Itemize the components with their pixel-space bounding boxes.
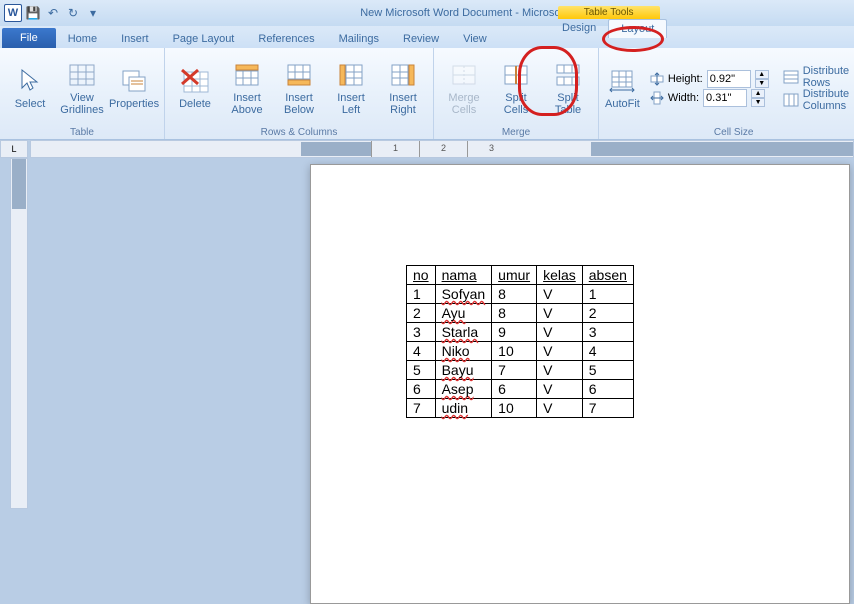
table-header-row[interactable]: no nama umur kelas absen — [407, 266, 634, 285]
delete-table-icon — [180, 66, 210, 96]
row-height-icon — [650, 72, 664, 86]
col-width-icon — [650, 91, 664, 105]
width-down[interactable]: ▼ — [751, 98, 765, 107]
tab-design[interactable]: Design — [550, 19, 608, 38]
group-table-label: Table — [6, 126, 158, 139]
tab-review[interactable]: Review — [391, 30, 451, 48]
horizontal-ruler[interactable]: 1 2 3 — [30, 140, 854, 158]
split-cells-icon — [501, 60, 531, 90]
properties-icon — [119, 66, 149, 96]
view-gridlines-button[interactable]: View Gridlines — [58, 60, 106, 116]
cursor-icon — [15, 66, 45, 96]
autofit-button[interactable]: AutoFit — [605, 66, 640, 110]
quick-access-toolbar: W 💾 ↶ ↻ ▾ — [0, 4, 102, 22]
group-rows-columns: Delete Insert Above Insert Below Insert … — [165, 48, 434, 139]
table-row[interactable]: 1Sofyan8V1 — [407, 285, 634, 304]
redo-icon[interactable]: ↻ — [64, 4, 82, 22]
distribute-columns-button[interactable]: Distribute Columns — [783, 89, 854, 111]
height-label: Height: — [668, 73, 703, 85]
insert-right-button[interactable]: Insert Right — [379, 60, 427, 116]
qat-more-icon[interactable]: ▾ — [84, 4, 102, 22]
merge-cells-button: Merge Cells — [440, 60, 488, 116]
document-page[interactable]: no nama umur kelas absen 1Sofyan8V12Ayu8… — [310, 164, 850, 604]
tab-mailings[interactable]: Mailings — [327, 30, 391, 48]
table-row[interactable]: 5Bayu7V5 — [407, 361, 634, 380]
tab-references[interactable]: References — [246, 30, 326, 48]
group-rows-label: Rows & Columns — [171, 126, 427, 139]
split-cells-button[interactable]: Split Cells — [492, 60, 540, 116]
group-merge: Merge Cells Split Cells Split Table Merg… — [434, 48, 599, 139]
group-cellsize-label: Cell Size — [605, 126, 854, 139]
insert-left-button[interactable]: Insert Left — [327, 60, 375, 116]
merge-cells-icon — [449, 60, 479, 90]
select-button[interactable]: Select — [6, 66, 54, 110]
height-down[interactable]: ▼ — [755, 79, 769, 88]
document-area: L 1 2 3 no nama umur kelas absen 1Sofyan… — [0, 140, 854, 509]
height-input[interactable] — [707, 70, 751, 88]
width-input[interactable] — [703, 89, 747, 107]
gridlines-icon — [67, 60, 97, 90]
group-table: Select View Gridlines Properties Table — [0, 48, 165, 139]
table-row[interactable]: 4Niko10V4 — [407, 342, 634, 361]
distribute-columns-icon — [783, 92, 799, 108]
tab-selector[interactable]: L — [0, 140, 28, 158]
properties-button[interactable]: Properties — [110, 66, 158, 110]
group-cell-size: AutoFit Height: ▲▼ Width: ▲▼ — [599, 48, 854, 139]
split-table-icon — [553, 60, 583, 90]
distribute-rows-button[interactable]: Distribute Rows — [783, 66, 854, 88]
width-up[interactable]: ▲ — [751, 89, 765, 98]
ribbon: Select View Gridlines Properties Table — [0, 48, 854, 140]
delete-button[interactable]: Delete — [171, 66, 219, 110]
window-title: New Microsoft Word Document - Microsoft … — [102, 7, 854, 19]
table-row[interactable]: 2Ayu8V2 — [407, 304, 634, 323]
width-label: Width: — [668, 92, 699, 104]
tab-view[interactable]: View — [451, 30, 499, 48]
document-table[interactable]: no nama umur kelas absen 1Sofyan8V12Ayu8… — [406, 265, 634, 418]
titlebar: W 💾 ↶ ↻ ▾ New Microsoft Word Document - … — [0, 0, 854, 26]
group-merge-label: Merge — [440, 126, 592, 139]
insert-left-icon — [336, 60, 366, 90]
vertical-ruler[interactable] — [10, 158, 28, 509]
split-table-button[interactable]: Split Table — [544, 60, 592, 116]
tab-page-layout[interactable]: Page Layout — [161, 30, 247, 48]
distribute-rows-icon — [783, 69, 799, 85]
tab-file[interactable]: File — [2, 28, 56, 48]
autofit-icon — [607, 66, 637, 96]
insert-above-button[interactable]: Insert Above — [223, 60, 271, 116]
ribbon-tabs: File Home Insert Page Layout References … — [0, 26, 854, 48]
save-icon[interactable]: 💾 — [24, 4, 42, 22]
insert-below-icon — [284, 60, 314, 90]
tab-layout[interactable]: Layout — [608, 19, 667, 38]
insert-below-button[interactable]: Insert Below — [275, 60, 323, 116]
context-tab-group: Table Tools Design Layout — [550, 6, 667, 38]
word-icon: W — [4, 4, 22, 22]
insert-above-icon — [232, 60, 262, 90]
height-up[interactable]: ▲ — [755, 70, 769, 79]
table-row[interactable]: 6Asep6V6 — [407, 380, 634, 399]
insert-right-icon — [388, 60, 418, 90]
table-row[interactable]: 7udin10V7 — [407, 399, 634, 418]
tab-insert[interactable]: Insert — [109, 30, 161, 48]
tab-home[interactable]: Home — [56, 30, 109, 48]
row-height-control: Height: ▲▼ — [650, 70, 769, 88]
context-tab-label: Table Tools — [558, 6, 660, 19]
undo-icon[interactable]: ↶ — [44, 4, 62, 22]
col-width-control: Width: ▲▼ — [650, 89, 769, 107]
table-row[interactable]: 3Starla9V3 — [407, 323, 634, 342]
